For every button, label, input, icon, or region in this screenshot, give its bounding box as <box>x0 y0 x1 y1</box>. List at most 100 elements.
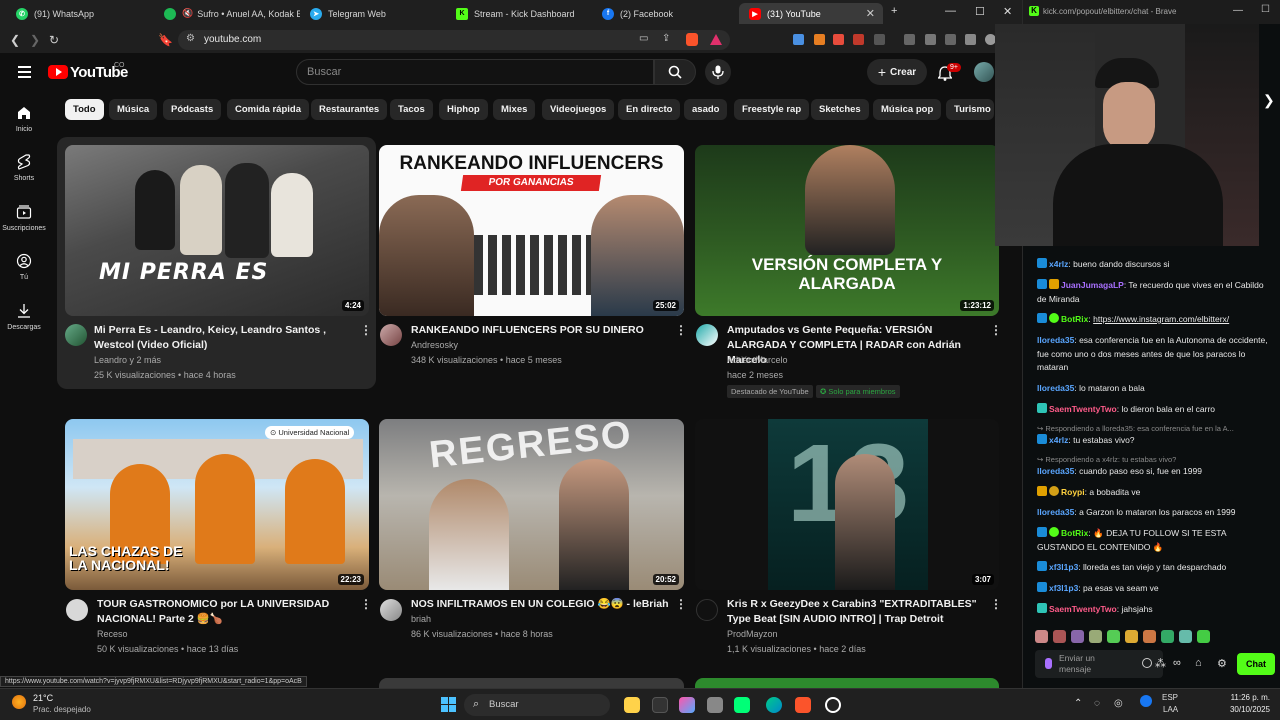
more-options-icon[interactable]: ⋮ <box>360 597 372 611</box>
tray-chevron-icon[interactable]: ⌃ <box>1074 698 1082 709</box>
chat-username[interactable]: lloreda35 <box>1037 383 1074 393</box>
chip-videojuegos[interactable]: Videojuegos <box>542 99 615 120</box>
video-thumbnail-5[interactable]: REGRESO 20:52 <box>379 419 684 590</box>
chat-username[interactable]: JuanJumagaLP <box>1061 280 1124 290</box>
reply-context[interactable]: ↪ Respondiendo a lloreda35: esa conferen… <box>1037 424 1269 433</box>
search-button[interactable] <box>654 59 696 85</box>
taskbar-search[interactable]: ⌕ Buscar <box>464 694 610 716</box>
minimize-icon[interactable]: — <box>945 5 956 17</box>
language-indicator[interactable]: ESP <box>1162 693 1178 702</box>
tab-spotify[interactable]: 🔇 Sufro • Anuel AA, Kodak Bla <box>154 3 300 24</box>
extension-fox-icon[interactable] <box>814 34 825 45</box>
channel-name[interactable]: Adrián Marcelo <box>727 353 788 368</box>
clock-time[interactable]: 11:26 p. m. <box>1226 693 1270 702</box>
maximize-icon[interactable]: ☐ <box>975 5 985 18</box>
video-thumbnail-1[interactable]: MI PERRA ES 4:24 <box>65 145 369 316</box>
nav-shorts[interactable]: Shorts <box>0 154 48 182</box>
emote-icon[interactable] <box>1107 630 1120 643</box>
create-button[interactable]: + Crear <box>867 59 927 85</box>
nav-home[interactable]: Inicio <box>0 105 48 133</box>
channel-name[interactable]: Andresosky <box>411 338 458 353</box>
weather-desc[interactable]: Prac. despejado <box>33 705 91 714</box>
url-text[interactable]: youtube.com <box>204 34 261 45</box>
extension-box-icon[interactable] <box>874 34 885 45</box>
chip-podcasts[interactable]: Pódcasts <box>163 99 222 120</box>
weather-icon[interactable] <box>12 695 26 709</box>
tray-app3-icon[interactable] <box>1140 695 1152 707</box>
more-options-icon[interactable]: ⋮ <box>990 323 1002 337</box>
weather-temp[interactable]: 21°C <box>33 693 53 703</box>
nav-subscriptions[interactable]: Suscripciones <box>0 204 48 232</box>
file-explorer-icon[interactable] <box>624 697 640 713</box>
emoji-icon[interactable] <box>1142 658 1152 668</box>
extension-red-icon[interactable] <box>853 34 864 45</box>
video-title[interactable]: RANKEANDO INFLUENCERS POR SU DINERO <box>411 323 673 338</box>
video-thumbnail-6[interactable]: 13 3:07 <box>695 419 999 590</box>
emote-icon[interactable] <box>1035 630 1048 643</box>
chat-username[interactable]: BotRix <box>1061 528 1088 538</box>
clock-date[interactable]: 30/10/2025 <box>1226 705 1270 714</box>
more-options-icon[interactable]: ⋮ <box>675 323 687 337</box>
emote-icon[interactable] <box>1161 630 1174 643</box>
chip-comida-rapida[interactable]: Comida rápida <box>227 99 309 120</box>
chat-username[interactable]: lloreda35 <box>1037 466 1074 476</box>
chat-username[interactable]: xf3l1p3 <box>1049 562 1078 572</box>
brave-rewards-icon[interactable] <box>710 34 722 45</box>
channel-name[interactable]: briah <box>411 612 431 627</box>
copilot-icon[interactable] <box>679 697 695 713</box>
tab-facebook[interactable]: f (2) Facebook <box>592 3 738 24</box>
chip-todo[interactable]: Todo <box>65 99 104 120</box>
infinity-icon[interactable]: ∞ <box>1173 657 1181 669</box>
more-options-icon[interactable]: ⋮ <box>990 597 1002 611</box>
search-input[interactable]: Buscar <box>296 59 654 85</box>
channel-name[interactable]: Receso <box>97 627 128 642</box>
chat-username[interactable]: xf3l1p3 <box>1049 583 1078 593</box>
video-title[interactable]: Mi Perra Es - Leandro, Keicy, Leandro Sa… <box>94 323 356 353</box>
chat-message-input[interactable]: Enviar un mensaje <box>1035 650 1163 678</box>
app-icon[interactable] <box>734 697 750 713</box>
url-bar[interactable]: ⚙ youtube.com ▭ ⇪ <box>178 30 730 50</box>
chip-musica[interactable]: Música <box>109 99 158 120</box>
obs-icon[interactable] <box>825 697 841 713</box>
chat-username[interactable]: Roypi <box>1061 487 1085 497</box>
chip-en-directo[interactable]: En directo <box>618 99 681 120</box>
tab-kick[interactable]: K Stream - Kick Dashboard <box>446 3 592 24</box>
channel-avatar[interactable] <box>380 324 402 346</box>
store-icon[interactable]: ⌂ <box>1195 657 1202 669</box>
microphone-icon[interactable] <box>1045 658 1052 669</box>
chat-username[interactable]: x4rlz <box>1049 259 1068 269</box>
wallet-icon[interactable] <box>945 34 956 45</box>
chip-musica-pop[interactable]: Música pop <box>873 99 942 120</box>
share-icon[interactable]: ⇪ <box>662 33 670 44</box>
chip-turismo[interactable]: Turismo <box>946 99 994 120</box>
reply-context[interactable]: ↪ Respondiendo a x4rlz: tu estabas vivo? <box>1037 455 1269 464</box>
tray-app2-icon[interactable]: ◎ <box>1114 698 1123 709</box>
emote-icon[interactable] <box>1179 630 1192 643</box>
channel-avatar[interactable] <box>66 599 88 621</box>
close-tab-icon[interactable]: ✕ <box>866 7 875 20</box>
edge-icon[interactable] <box>766 697 782 713</box>
site-info-icon[interactable]: ⚙ <box>186 33 195 44</box>
close-window-icon[interactable]: ✕ <box>1003 5 1012 18</box>
channel-avatar[interactable] <box>65 324 87 346</box>
tab-youtube[interactable]: ▶ (31) YouTube ✕ <box>739 3 883 24</box>
settings-gear-icon[interactable]: ⚙ <box>1217 657 1227 670</box>
chat-username[interactable]: BotRix <box>1061 314 1088 324</box>
language-indicator-2[interactable]: LAA <box>1163 705 1178 714</box>
cast-icon[interactable]: ▭ <box>639 33 648 44</box>
extensions-icon[interactable] <box>965 34 976 45</box>
chat-username[interactable]: x4rlz <box>1049 435 1068 445</box>
translate-icon[interactable] <box>793 34 804 45</box>
video-title[interactable]: NOS INFILTRAMOS EN UN COLEGIO 😂😨 - leBri… <box>411 597 673 612</box>
chip-freestyle-rap[interactable]: Freestyle rap <box>734 99 810 120</box>
chat-send-button[interactable]: Chat <box>1237 653 1275 675</box>
tab-telegram[interactable]: ➤ Telegram Web <box>300 3 446 24</box>
nav-you[interactable]: Tú <box>0 253 48 281</box>
chat-username[interactable]: lloreda35 <box>1037 507 1074 517</box>
next-arrow-icon[interactable]: ❯ <box>1263 92 1275 109</box>
chat-username[interactable]: lloreda35 <box>1037 335 1074 345</box>
emote-icon[interactable] <box>1125 630 1138 643</box>
emote-icon[interactable] <box>1089 630 1102 643</box>
chip-asado[interactable]: asado <box>684 99 728 120</box>
video-title[interactable]: Kris R x GeezyDee x Carabin3 "EXTRADITAB… <box>727 597 989 627</box>
